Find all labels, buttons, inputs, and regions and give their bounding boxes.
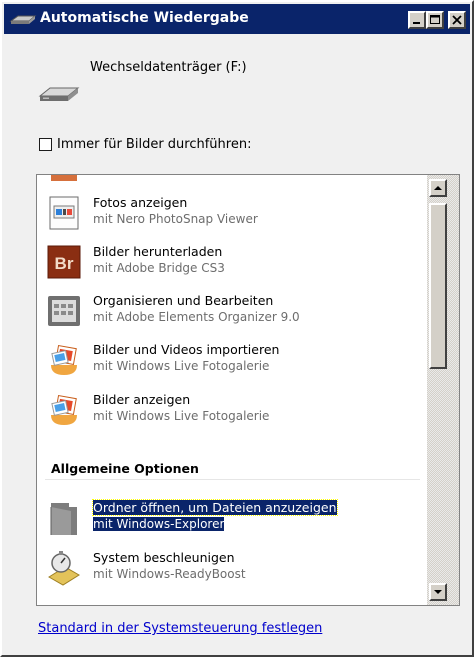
device-label: Wechseldatenträger (F:): [90, 60, 247, 75]
organizer-icon: [45, 292, 83, 330]
maximize-icon: [430, 15, 440, 24]
option-subtitle: mit Windows Live Fotogalerie: [93, 409, 270, 423]
option-bilder-anzeigen[interactable]: Bilder anzeigen mit Windows Live Fotogal…: [37, 387, 426, 435]
bridge-icon-text: Br: [55, 254, 74, 273]
option-title: Bilder und Videos importieren: [93, 342, 280, 357]
photo-gallery-icon: [45, 391, 83, 429]
scroll-thumb[interactable]: [429, 203, 447, 369]
option-title: Organisieren und Bearbeiten: [93, 293, 274, 308]
photo-viewer-icon: [45, 194, 83, 232]
minimize-button[interactable]: [408, 11, 426, 29]
close-icon: [452, 15, 462, 25]
folder-icon: [45, 499, 83, 537]
option-title: System beschleunigen: [93, 550, 235, 565]
adobe-bridge-icon: Br: [45, 243, 83, 281]
close-button[interactable]: [448, 11, 466, 29]
scroll-down-button[interactable]: [429, 583, 447, 601]
arrow-up-icon: [434, 186, 442, 190]
option-importieren[interactable]: Bilder und Videos importieren mit Window…: [37, 337, 426, 385]
option-subtitle: mit Windows Live Fotogalerie: [93, 359, 270, 373]
window-title: Automatische Wiedergabe: [40, 10, 249, 26]
always-do-label[interactable]: Immer für Bilder durchführen:: [57, 137, 251, 152]
drive-icon: [8, 10, 38, 28]
option-ordner-oeffnen[interactable]: Ordner öffnen, um Dateien anzuzeigen mit…: [37, 495, 426, 543]
option-subtitle: mit Windows-Explorer: [93, 517, 225, 531]
options-list-content: Fotos anzeigen mit Nero PhotoSnap Viewer…: [37, 175, 426, 605]
autoplay-options-list[interactable]: Fotos anzeigen mit Nero PhotoSnap Viewer…: [36, 174, 460, 606]
title-bar[interactable]: Automatische Wiedergabe: [4, 4, 470, 34]
partial-app-icon: [45, 175, 83, 183]
always-do-checkbox[interactable]: [39, 138, 52, 151]
autoplay-window: Automatische Wiedergabe Wechseldatenträg…: [0, 0, 474, 657]
option-title: Ordner öffnen, um Dateien anzuzeigen: [92, 499, 338, 516]
option-title: Bilder anzeigen: [93, 392, 191, 407]
maximize-button[interactable]: [426, 11, 444, 29]
arrow-down-icon: [434, 590, 442, 594]
option-subtitle: mit Adobe Elements Organizer 9.0: [93, 310, 300, 324]
readyboost-icon: [45, 549, 83, 587]
photo-gallery-icon: [45, 341, 83, 379]
removable-drive-icon: [36, 80, 82, 108]
option-bilder-herunterladen[interactable]: Br Bilder herunterladen mit Adobe Bridge…: [37, 239, 426, 287]
option-subtitle: mit Nero PhotoSnap Viewer: [93, 212, 258, 226]
option-system-beschleunigen[interactable]: System beschleunigen mit Windows-ReadyBo…: [37, 545, 426, 593]
control-panel-defaults-link[interactable]: Standard in der Systemsteuerung festlege…: [38, 621, 322, 636]
option-title: Fotos anzeigen: [93, 195, 188, 210]
option-subtitle: mit Adobe Bridge CS3: [93, 261, 225, 275]
vertical-scrollbar[interactable]: [427, 175, 459, 605]
option-title: Bilder herunterladen: [93, 244, 223, 259]
option-fotos-anzeigen[interactable]: Fotos anzeigen mit Nero PhotoSnap Viewer: [37, 190, 426, 238]
option-subtitle: mit Windows-ReadyBoost: [93, 567, 246, 581]
section-header-general: Allgemeine Optionen: [37, 461, 426, 485]
section-title: Allgemeine Optionen: [51, 461, 199, 476]
minimize-icon: [413, 22, 420, 24]
option-organisieren[interactable]: Organisieren und Bearbeiten mit Adobe El…: [37, 288, 426, 336]
section-divider: [45, 479, 420, 480]
scroll-up-button[interactable]: [429, 179, 447, 197]
list-item-partial[interactable]: [37, 175, 426, 189]
